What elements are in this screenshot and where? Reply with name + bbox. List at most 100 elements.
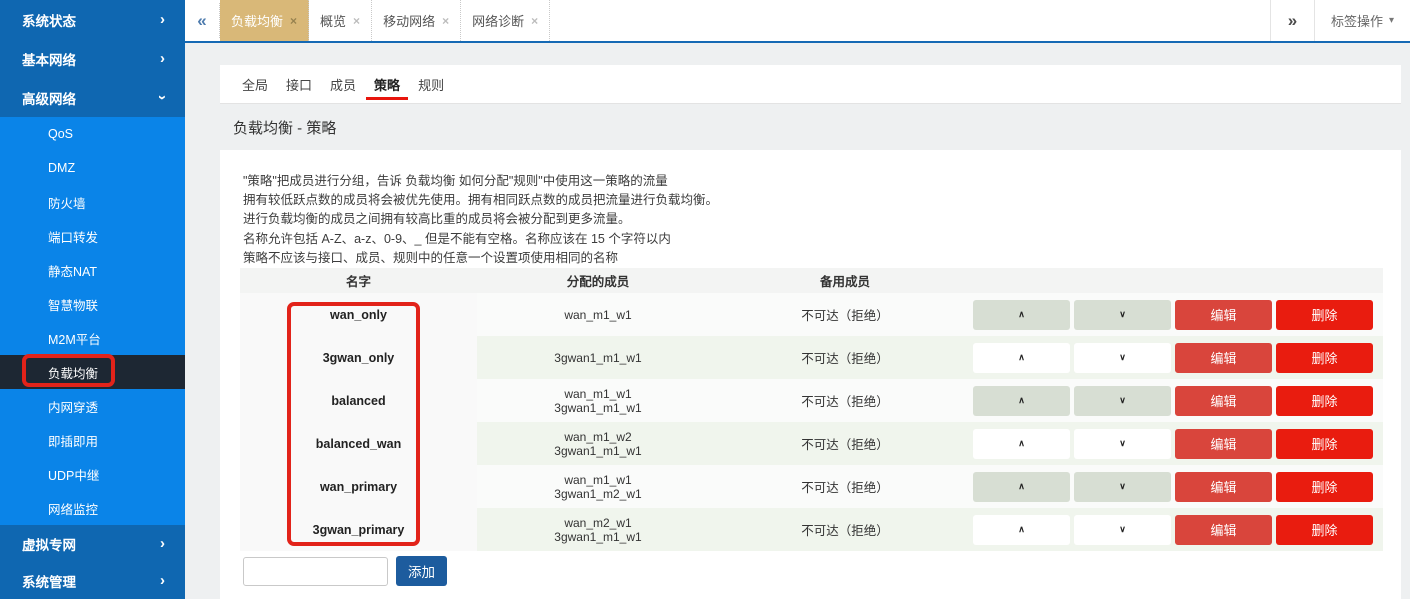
sidebar-item-label: 即插即用 [48,431,98,450]
move-down-button[interactable]: ∨ [1074,386,1171,416]
policy-description: "策略"把成员进行分组，告诉 负载均衡 如何分配"规则"中使用这一策略的流量拥有… [243,172,1401,268]
description-line: 策略不应该与接口、成员、规则中的任意一个设置项使用相同的名称 [243,249,1401,268]
sidebar-item-dmz[interactable]: DMZ [0,151,185,185]
sidebar-item-network-monitor[interactable]: 网络监控 [0,491,185,525]
sidebar-item-smart-iot[interactable]: 智慧物联 [0,287,185,321]
column-header-backup: 备用成员 [719,271,971,290]
tab-operations-dropdown[interactable]: 标签操作 ▾ [1315,0,1410,41]
table-header-row: 名字 分配的成员 备用成员 [240,268,1383,293]
move-up-button[interactable]: ∧ [973,515,1070,545]
column-header-name: 名字 [240,271,477,290]
add-button[interactable]: 添加 [396,556,447,586]
sidebar-item-port-forward[interactable]: 端口转发 [0,219,185,253]
edit-button[interactable]: 编辑 [1175,472,1272,502]
move-up-button[interactable]: ∧ [973,343,1070,373]
sidebar-item-load-balance[interactable]: 负载均衡 [0,355,185,389]
scroll-tabs-left-icon[interactable]: « [185,0,219,41]
sidebar-item-label: 系统状态 [22,10,76,30]
window-tab-network-diagnosis[interactable]: 网络诊断× [461,0,550,41]
edit-button[interactable]: 编辑 [1175,343,1272,373]
sidebar-item-udp-relay[interactable]: UDP中继 [0,457,185,491]
sidebar-item-system-status[interactable]: 系统状态 › [0,0,185,39]
delete-button[interactable]: 删除 [1276,386,1373,416]
member-name: 3gwan1_m2_w1 [477,487,719,501]
add-policy-row: 添加 [243,556,1401,586]
member-name: 3gwan1_m1_w1 [477,444,719,458]
tab-member[interactable]: 成员 [321,65,365,103]
sidebar-item-firewall[interactable]: 防火墙 [0,185,185,219]
sidebar-item-vpn[interactable]: 虚拟专网› [0,525,185,562]
tab-interface[interactable]: 接口 [277,65,321,103]
move-down-button[interactable]: ∨ [1074,429,1171,459]
tabbar-spacer [550,0,1270,41]
table-row: 3gwan_primarywan_m2_w13gwan1_m1_w1不可达（拒绝… [240,508,1383,551]
window-tab-load-balance[interactable]: 负载均衡× [220,0,309,41]
delete-button[interactable]: 删除 [1276,429,1373,459]
sidebar-item-basic-network[interactable]: 基本网络› [0,39,185,78]
tab-rule[interactable]: 规则 [409,65,453,103]
table-row: wan_onlywan_m1_w1不可达（拒绝）∧∨编辑删除 [240,293,1383,336]
move-down-button[interactable]: ∨ [1074,300,1171,330]
assigned-members-cell: 3gwan1_m1_w1 [477,351,719,365]
policy-name-cell: balanced_wan [240,422,477,465]
sidebar-item-label: 系统管理 [22,571,76,591]
table-row: balancedwan_m1_w13gwan1_m1_w1不可达（拒绝）∧∨编辑… [240,379,1383,422]
new-policy-name-input[interactable] [243,557,388,586]
assigned-members-cell: wan_m1_w1 [477,308,719,322]
scroll-tabs-right-icon[interactable]: » [1271,0,1314,41]
window-tab-mobile-network[interactable]: 移动网络× [372,0,461,41]
move-up-button[interactable]: ∧ [973,472,1070,502]
sidebar-item-advanced-network[interactable]: 高级网络› [0,78,185,117]
tab-policy[interactable]: 策略 [365,65,409,103]
sidebar-item-m2m-platform[interactable]: M2M平台 [0,321,185,355]
content-area: 全局接口成员策略规则 负载均衡 - 策略 "策略"把成员进行分组，告诉 负载均衡… [185,43,1410,599]
table-row: 3gwan_only3gwan1_m1_w1不可达（拒绝）∧∨编辑删除 [240,336,1383,379]
sidebar-item-upnp[interactable]: 即插即用 [0,423,185,457]
assigned-members-cell: wan_m1_w23gwan1_m1_w1 [477,430,719,458]
close-icon[interactable]: × [531,14,538,28]
policy-name-cell: 3gwan_primary [240,508,477,551]
sidebar-item-static-nat[interactable]: 静态NAT [0,253,185,287]
move-up-button[interactable]: ∧ [973,386,1070,416]
sidebar-item-label: UDP中继 [48,465,99,484]
edit-button[interactable]: 编辑 [1175,515,1272,545]
member-name: wan_m1_w1 [477,473,719,487]
move-up-button[interactable]: ∧ [973,429,1070,459]
delete-button[interactable]: 删除 [1276,515,1373,545]
edit-button[interactable]: 编辑 [1175,386,1272,416]
edit-button[interactable]: 编辑 [1175,429,1272,459]
close-icon[interactable]: × [442,14,449,28]
tab-global[interactable]: 全局 [233,65,277,103]
move-down-button[interactable]: ∨ [1074,343,1171,373]
sidebar-item-label: M2M平台 [48,329,101,348]
member-name: wan_m1_w2 [477,430,719,444]
delete-button[interactable]: 删除 [1276,472,1373,502]
policy-name-cell: wan_only [240,293,477,336]
row-actions: ∧∨编辑删除 [971,429,1383,459]
row-cells: wan_m1_w13gwan1_m2_w1不可达（拒绝）∧∨编辑删除 [477,465,1383,508]
sidebar-item-label: 静态NAT [48,261,97,280]
main-area: « 负载均衡×概览×移动网络×网络诊断× » 标签操作 ▾ 全局接口成员策略规则… [185,0,1410,599]
section-tabs: 全局接口成员策略规则 [220,65,1401,104]
delete-button[interactable]: 删除 [1276,300,1373,330]
row-cells: wan_m1_w1不可达（拒绝）∧∨编辑删除 [477,293,1383,336]
close-icon[interactable]: × [290,14,297,28]
sidebar-item-label: 防火墙 [48,193,86,212]
move-down-button[interactable]: ∨ [1074,472,1171,502]
fallback-member-cell: 不可达（拒绝） [719,520,971,539]
close-icon[interactable]: × [353,14,360,28]
sidebar-item-nat-traversal[interactable]: 内网穿透 [0,389,185,423]
description-line: 名称允许包括 A-Z、a-z、0-9、_ 但是不能有空格。名称应该在 15 个字… [243,230,1401,249]
delete-button[interactable]: 删除 [1276,343,1373,373]
policy-name-cell: balanced [240,379,477,422]
move-down-button[interactable]: ∨ [1074,515,1171,545]
window-tab-overview[interactable]: 概览 × [309,0,372,41]
move-up-button[interactable]: ∧ [973,300,1070,330]
row-cells: wan_m1_w13gwan1_m1_w1不可达（拒绝）∧∨编辑删除 [477,379,1383,422]
chevron-right-icon: › [160,12,165,27]
fallback-member-cell: 不可达（拒绝） [719,477,971,496]
window-tab-label: 概览 [320,11,346,30]
sidebar-item-system-manage[interactable]: 系统管理› [0,562,185,599]
edit-button[interactable]: 编辑 [1175,300,1272,330]
sidebar-item-qos[interactable]: QoS [0,117,185,151]
